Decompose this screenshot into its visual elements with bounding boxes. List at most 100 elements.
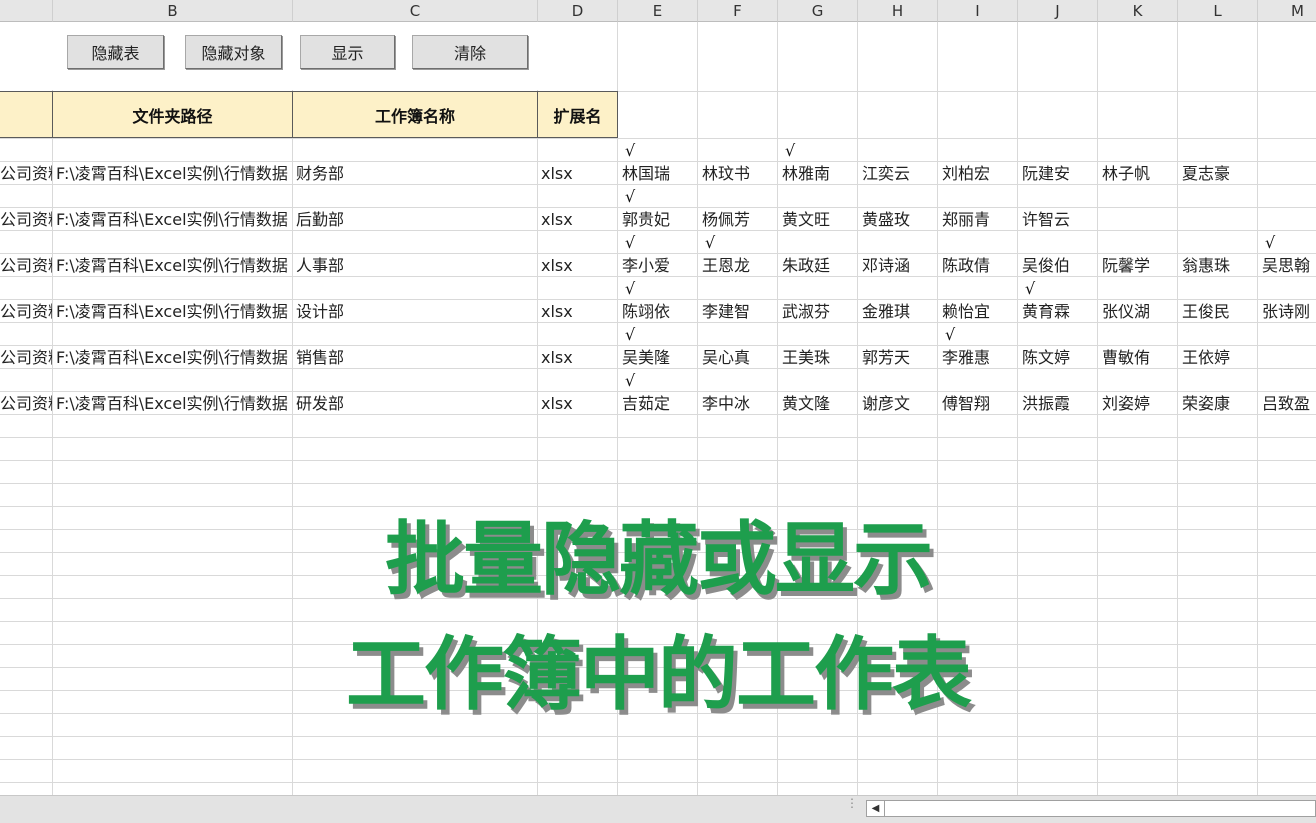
cell-sheet-name[interactable]: 翁惠珠	[1182, 254, 1257, 277]
cell-sheet-name[interactable]: 林雅南	[782, 162, 857, 185]
column-header-a[interactable]	[0, 0, 53, 22]
check-mark-icon[interactable]: √	[945, 323, 965, 346]
cell-folder[interactable]: 公司资料	[0, 162, 52, 185]
check-mark-icon[interactable]: √	[625, 231, 645, 254]
cell-sheet-name[interactable]: 江奕云	[862, 162, 937, 185]
cell-folder[interactable]: 公司资料	[0, 300, 52, 323]
cell-sheet-name[interactable]: 陈翊依	[622, 300, 697, 323]
cell-sheet-name[interactable]: 郭芳天	[862, 346, 937, 369]
header-workbook-name[interactable]: 工作簿名称	[292, 91, 538, 138]
cell-sheet-name[interactable]: 夏志豪	[1182, 162, 1257, 185]
cell-workbook-name[interactable]: 财务部	[296, 162, 536, 185]
cell-workbook-name[interactable]: 后勤部	[296, 208, 536, 231]
cell-sheet-name[interactable]: 陈文婷	[1022, 346, 1097, 369]
cell-sheet-name[interactable]: 黄育霖	[1022, 300, 1097, 323]
cell-sheet-name[interactable]: 阮馨学	[1102, 254, 1177, 277]
check-mark-icon[interactable]: √	[705, 231, 725, 254]
cell-sheet-name[interactable]: 许智云	[1022, 208, 1097, 231]
cell-folder[interactable]: 公司资料	[0, 346, 52, 369]
check-mark-icon[interactable]: √	[625, 185, 645, 208]
cell-folder-path[interactable]: F:\凌霄百科\Excel实例\行情数据	[56, 254, 292, 277]
column-header-l[interactable]: L	[1178, 0, 1258, 22]
cell-sheet-name[interactable]: 邓诗涵	[862, 254, 937, 277]
cell-sheet-name[interactable]: 吴美隆	[622, 346, 697, 369]
cell-sheet-name[interactable]: 郑丽青	[942, 208, 1017, 231]
column-header-i[interactable]: I	[938, 0, 1018, 22]
cell-sheet-name[interactable]: 傅智翔	[942, 392, 1017, 415]
cell-sheet-name[interactable]: 金雅琪	[862, 300, 937, 323]
column-header-m[interactable]: M	[1258, 0, 1316, 22]
cell-workbook-name[interactable]: 设计部	[296, 300, 536, 323]
cell-sheet-name[interactable]: 王俊民	[1182, 300, 1257, 323]
split-handle-icon[interactable]: ⋮	[846, 797, 858, 809]
cell-sheet-name[interactable]: 李建智	[702, 300, 777, 323]
cell-sheet-name[interactable]: 吴俊伯	[1022, 254, 1097, 277]
column-header-k[interactable]: K	[1098, 0, 1178, 22]
column-header-d[interactable]: D	[538, 0, 618, 22]
cell-extension[interactable]: xlsx	[541, 392, 616, 415]
cell-folder-path[interactable]: F:\凌霄百科\Excel实例\行情数据	[56, 162, 292, 185]
hide-sheet-button[interactable]: 隐藏表	[67, 35, 164, 69]
check-mark-icon[interactable]: √	[1265, 231, 1285, 254]
cell-folder[interactable]: 公司资料	[0, 208, 52, 231]
cell-sheet-name[interactable]: 刘姿婷	[1102, 392, 1177, 415]
cell-extension[interactable]: xlsx	[541, 300, 616, 323]
cell-extension[interactable]: xlsx	[541, 162, 616, 185]
cell-sheet-name[interactable]: 黄盛玫	[862, 208, 937, 231]
cell-extension[interactable]: xlsx	[541, 346, 616, 369]
check-mark-icon[interactable]: √	[785, 139, 805, 162]
cell-folder-path[interactable]: F:\凌霄百科\Excel实例\行情数据	[56, 346, 292, 369]
cell-sheet-name[interactable]: 林玟书	[702, 162, 777, 185]
cell-sheet-name[interactable]: 林子帆	[1102, 162, 1177, 185]
column-header-j[interactable]: J	[1018, 0, 1098, 22]
column-header-g[interactable]: G	[778, 0, 858, 22]
column-header-b[interactable]: B	[53, 0, 293, 22]
check-mark-icon[interactable]: √	[625, 323, 645, 346]
check-mark-icon[interactable]: √	[1025, 277, 1045, 300]
check-mark-icon[interactable]: √	[625, 277, 645, 300]
cell-extension[interactable]: xlsx	[541, 254, 616, 277]
cell-sheet-name[interactable]: 王美珠	[782, 346, 857, 369]
cell-sheet-name[interactable]: 吴心真	[702, 346, 777, 369]
check-mark-icon[interactable]: √	[625, 139, 645, 162]
spreadsheet-grid[interactable]: BCDEFGHIJKLM 隐藏表 隐藏对象 显示 清除 文件夹路径 工作簿名称 …	[0, 0, 1316, 795]
cell-workbook-name[interactable]: 人事部	[296, 254, 536, 277]
cell-sheet-name[interactable]: 阮建安	[1022, 162, 1097, 185]
header-folder-path[interactable]: 文件夹路径	[52, 91, 293, 138]
cell-workbook-name[interactable]: 研发部	[296, 392, 536, 415]
cell-workbook-name[interactable]: 销售部	[296, 346, 536, 369]
cell-sheet-name[interactable]: 朱政廷	[782, 254, 857, 277]
cell-folder[interactable]: 公司资料	[0, 392, 52, 415]
cell-folder-path[interactable]: F:\凌霄百科\Excel实例\行情数据	[56, 300, 292, 323]
scroll-left-arrow-icon[interactable]: ◀	[867, 801, 885, 816]
cell-folder[interactable]: 公司资料	[0, 254, 52, 277]
show-button[interactable]: 显示	[300, 35, 395, 69]
cell-sheet-name[interactable]: 张仪湖	[1102, 300, 1177, 323]
cell-sheet-name[interactable]: 王依婷	[1182, 346, 1257, 369]
cell-sheet-name[interactable]: 谢彦文	[862, 392, 937, 415]
cell-sheet-name[interactable]: 黄文隆	[782, 392, 857, 415]
horizontal-scrollbar[interactable]: ◀	[866, 800, 1316, 817]
cell-sheet-name[interactable]: 黄文旺	[782, 208, 857, 231]
clear-button[interactable]: 清除	[412, 35, 528, 69]
column-header-e[interactable]: E	[618, 0, 698, 22]
cell-sheet-name[interactable]: 李雅惠	[942, 346, 1017, 369]
cell-sheet-name[interactable]: 刘柏宏	[942, 162, 1017, 185]
cell-sheet-name[interactable]: 陈政倩	[942, 254, 1017, 277]
header-cell-a[interactable]	[0, 91, 53, 138]
column-header-h[interactable]: H	[858, 0, 938, 22]
hide-object-button[interactable]: 隐藏对象	[185, 35, 282, 69]
cell-sheet-name[interactable]: 李中冰	[702, 392, 777, 415]
cell-sheet-name[interactable]: 张诗刚	[1262, 300, 1316, 323]
cell-sheet-name[interactable]: 吴思翰	[1262, 254, 1316, 277]
header-extension[interactable]: 扩展名	[537, 91, 618, 138]
cell-sheet-name[interactable]: 赖怡宜	[942, 300, 1017, 323]
cell-folder-path[interactable]: F:\凌霄百科\Excel实例\行情数据	[56, 392, 292, 415]
cell-sheet-name[interactable]: 洪振霞	[1022, 392, 1097, 415]
cell-sheet-name[interactable]: 林国瑞	[622, 162, 697, 185]
cell-extension[interactable]: xlsx	[541, 208, 616, 231]
cell-folder-path[interactable]: F:\凌霄百科\Excel实例\行情数据	[56, 208, 292, 231]
cell-sheet-name[interactable]: 吕致盈	[1262, 392, 1316, 415]
check-mark-icon[interactable]: √	[625, 369, 645, 392]
cell-sheet-name[interactable]: 荣姿康	[1182, 392, 1257, 415]
